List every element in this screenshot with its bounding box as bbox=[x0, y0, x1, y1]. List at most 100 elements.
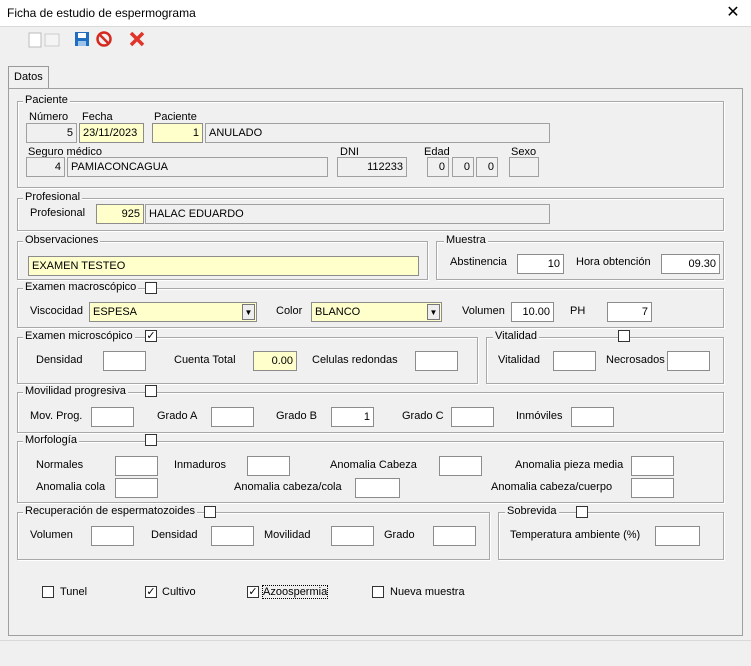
microscopico-group-label: Examen microscópico bbox=[23, 330, 135, 342]
rec-densidad-field[interactable] bbox=[211, 526, 254, 546]
microscopico-checkbox[interactable]: ✓ bbox=[145, 330, 157, 342]
hora-label: Hora obtención bbox=[576, 256, 651, 268]
sobrevida-group-label: Sobrevida bbox=[505, 505, 559, 517]
normales-field[interactable] bbox=[115, 456, 158, 476]
dni-field[interactable]: 112233 bbox=[337, 157, 407, 177]
seguro-nombre-field[interactable]: PAMIACONCAGUA bbox=[67, 157, 328, 177]
volumen-label: Volumen bbox=[462, 305, 505, 317]
observaciones-field[interactable]: EXAMEN TESTEO bbox=[28, 256, 419, 276]
densidad-label: Densidad bbox=[36, 354, 83, 366]
muestra-group-label: Muestra bbox=[444, 234, 488, 246]
rec-movilidad-label: Movilidad bbox=[264, 529, 311, 541]
movilidad-group-label: Movilidad progresiva bbox=[23, 385, 128, 397]
celulas-redondas-label: Celulas redondas bbox=[312, 354, 398, 366]
color-value: BLANCO bbox=[315, 306, 361, 318]
observaciones-group-label: Observaciones bbox=[23, 234, 101, 246]
anomalia-cabeza-cuerpo-field[interactable] bbox=[631, 478, 674, 498]
anomalia-cabeza-cola-field[interactable] bbox=[355, 478, 400, 498]
fecha-field[interactable]: 23/11/2023 bbox=[79, 123, 144, 143]
rec-volumen-field[interactable] bbox=[91, 526, 134, 546]
chevron-down-icon[interactable]: ▼ bbox=[242, 304, 255, 320]
anomalia-pieza-field[interactable] bbox=[631, 456, 674, 476]
close-button[interactable]: ✕ bbox=[718, 1, 748, 25]
recuperacion-checkbox[interactable] bbox=[204, 506, 216, 518]
vitalidad-group-label: Vitalidad bbox=[493, 330, 539, 342]
densidad-field[interactable] bbox=[103, 351, 146, 371]
grado-a-field[interactable] bbox=[211, 407, 254, 427]
nueva-muestra-label: Nueva muestra bbox=[390, 586, 465, 598]
inmoviles-field[interactable] bbox=[571, 407, 614, 427]
seguro-id-field[interactable]: 4 bbox=[26, 157, 65, 177]
cultivo-checkbox[interactable]: ✓ bbox=[145, 586, 157, 598]
abstinencia-field[interactable]: 10 bbox=[517, 254, 564, 274]
paciente-id-field[interactable]: 1 bbox=[152, 123, 203, 143]
nueva-muestra-checkbox[interactable] bbox=[372, 586, 384, 598]
color-select[interactable]: BLANCO ▼ bbox=[311, 302, 442, 322]
volumen-field[interactable]: 10.00 bbox=[511, 302, 554, 322]
rec-movilidad-field[interactable] bbox=[331, 526, 374, 546]
profesional-id-field[interactable]: 925 bbox=[96, 204, 144, 224]
hora-field[interactable]: 09.30 bbox=[661, 254, 720, 274]
profesional-nombre-field[interactable]: HALAC EDUARDO bbox=[145, 204, 550, 224]
rec-grado-field[interactable] bbox=[433, 526, 476, 546]
grado-b-field[interactable]: 1 bbox=[331, 407, 374, 427]
microscopico-group bbox=[17, 337, 478, 384]
anomalia-cabeza-label: Anomalia Cabeza bbox=[330, 459, 417, 471]
vitalidad-label: Vitalidad bbox=[498, 354, 540, 366]
azoospermia-label: Azoospermia bbox=[261, 585, 329, 599]
movilidad-checkbox[interactable] bbox=[145, 385, 157, 397]
cancel-icon[interactable] bbox=[96, 31, 112, 50]
anomalia-cola-field[interactable] bbox=[115, 478, 158, 498]
ph-field[interactable]: 7 bbox=[607, 302, 652, 322]
necrosados-label: Necrosados bbox=[606, 354, 665, 366]
macroscopico-checkbox[interactable] bbox=[145, 282, 157, 294]
cuenta-total-field[interactable]: 0.00 bbox=[253, 351, 297, 371]
cuenta-total-label: Cuenta Total bbox=[174, 354, 236, 366]
azoospermia-checkbox[interactable]: ✓ bbox=[247, 586, 259, 598]
toolbar bbox=[0, 27, 751, 55]
delete-icon[interactable] bbox=[129, 31, 145, 50]
tab-datos[interactable]: Datos bbox=[8, 66, 49, 88]
anomalia-cabeza-field[interactable] bbox=[439, 456, 482, 476]
new-document-icon[interactable] bbox=[28, 31, 62, 52]
grado-c-label: Grado C bbox=[402, 410, 444, 422]
grado-a-label: Grado A bbox=[157, 410, 198, 422]
fecha-label: Fecha bbox=[82, 111, 113, 123]
celulas-redondas-field[interactable] bbox=[415, 351, 458, 371]
grado-c-field[interactable] bbox=[451, 407, 494, 427]
viscosidad-select[interactable]: ESPESA ▼ bbox=[89, 302, 257, 322]
sexo-field[interactable] bbox=[509, 157, 539, 177]
edad-meses-field[interactable]: 0 bbox=[452, 157, 474, 177]
vitalidad-field[interactable] bbox=[553, 351, 596, 371]
anomalia-cabeza-cola-label: Anomalia cabeza/cola bbox=[234, 481, 342, 493]
viscosidad-value: ESPESA bbox=[93, 306, 138, 318]
necrosados-field[interactable] bbox=[667, 351, 710, 371]
mov-prog-label: Mov. Prog. bbox=[30, 410, 83, 422]
sobrevida-checkbox[interactable] bbox=[576, 506, 588, 518]
morfologia-checkbox[interactable] bbox=[145, 434, 157, 446]
numero-label: Número bbox=[29, 111, 69, 123]
chevron-down-icon[interactable]: ▼ bbox=[427, 304, 440, 320]
morfologia-group-label: Morfología bbox=[23, 434, 79, 446]
ph-label: PH bbox=[570, 305, 586, 317]
title-bar: Ficha de estudio de espermograma ✕ bbox=[0, 0, 751, 27]
grado-b-label: Grado B bbox=[276, 410, 317, 422]
paciente-nombre-field[interactable]: ANULADO bbox=[205, 123, 550, 143]
color-label: Color bbox=[276, 305, 303, 317]
mov-prog-field[interactable] bbox=[91, 407, 134, 427]
normales-label: Normales bbox=[36, 459, 84, 471]
vitalidad-checkbox[interactable] bbox=[618, 330, 630, 342]
save-icon[interactable] bbox=[74, 31, 90, 50]
abstinencia-label: Abstinencia bbox=[450, 256, 507, 268]
edad-anios-field[interactable]: 0 bbox=[427, 157, 449, 177]
inmaduros-field[interactable] bbox=[247, 456, 290, 476]
edad-dias-field[interactable]: 0 bbox=[476, 157, 498, 177]
temperatura-label: Temperatura ambiente (%) bbox=[510, 529, 641, 541]
status-bar bbox=[0, 640, 751, 666]
temperatura-field[interactable] bbox=[655, 526, 700, 546]
recuperacion-group-label: Recuperación de espermatozoides bbox=[23, 505, 197, 517]
numero-field[interactable]: 5 bbox=[26, 123, 77, 143]
tunel-checkbox[interactable] bbox=[42, 586, 54, 598]
inmoviles-label: Inmóviles bbox=[516, 410, 563, 422]
tunel-label: Tunel bbox=[60, 586, 88, 598]
